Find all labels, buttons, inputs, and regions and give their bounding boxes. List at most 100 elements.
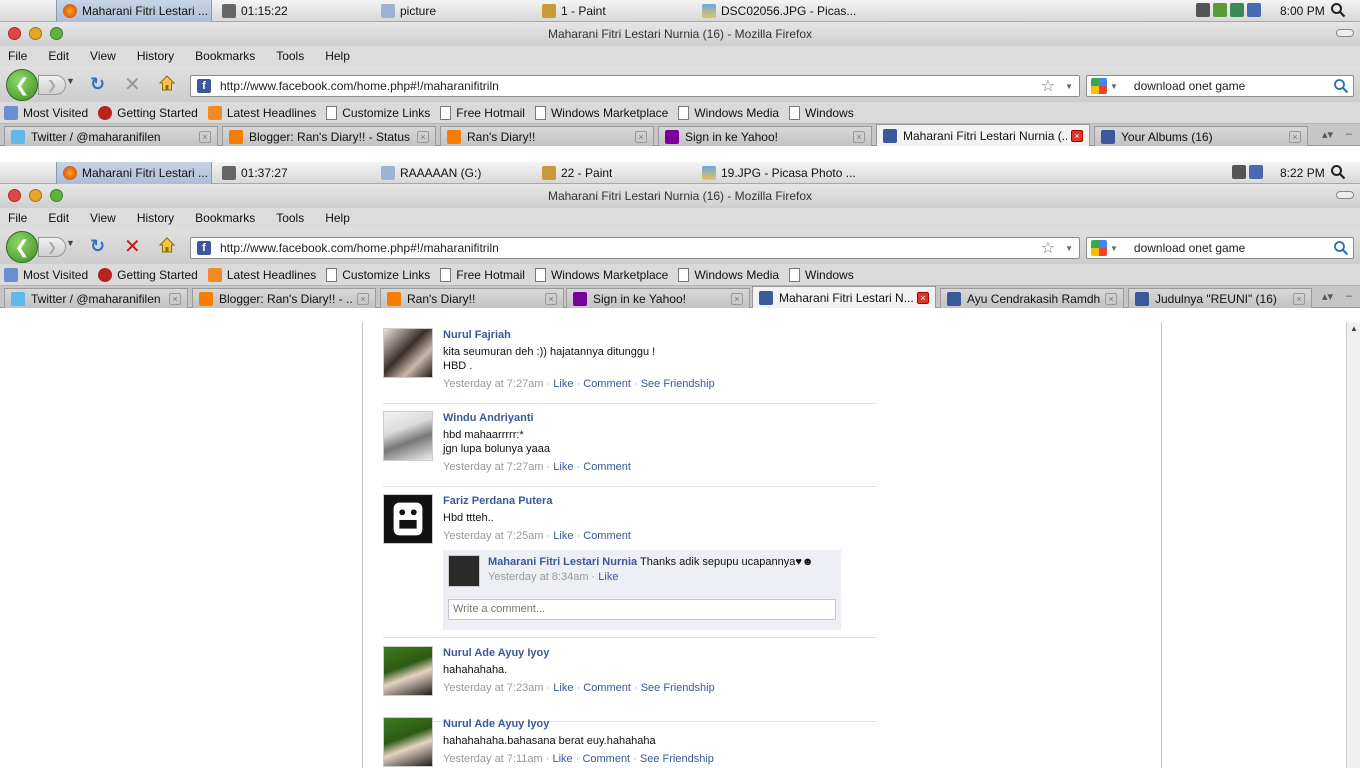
menu-history[interactable]: History	[137, 49, 174, 63]
menu-tools[interactable]: Tools	[276, 49, 304, 63]
tab-ayu-cendrakasih[interactable]: Ayu Cendrakasih Ramdh... ×	[940, 288, 1124, 308]
url-dropdown-icon[interactable]: ▼	[1065, 244, 1073, 253]
taskbar-item-paint[interactable]: 22 - Paint	[542, 162, 612, 184]
bookmark-windows-marketplace[interactable]: Windows Marketplace	[534, 267, 668, 282]
bookmark-free-hotmail[interactable]: Free Hotmail	[440, 267, 525, 282]
menu-tools[interactable]: Tools	[276, 211, 304, 225]
tab-close-icon[interactable]: ×	[169, 292, 181, 305]
menu-view[interactable]: View	[90, 49, 116, 63]
avatar[interactable]	[383, 411, 433, 461]
network-icon[interactable]	[1213, 3, 1227, 17]
taskbar-item-firefox[interactable]: Maharani Fitri Lestari ...	[56, 0, 212, 22]
taskbar-item-timer[interactable]: 01:15:22	[222, 0, 288, 22]
tab-close-icon[interactable]: ×	[545, 292, 557, 305]
vertical-scrollbar[interactable]: ▲	[1346, 322, 1360, 768]
history-dropdown-icon[interactable]: ▼	[66, 238, 75, 248]
tab-close-icon[interactable]: ×	[853, 130, 865, 143]
google-icon[interactable]	[1091, 240, 1107, 256]
post-author[interactable]: Windu Andriyanti	[443, 411, 877, 425]
reload-icon[interactable]: ↻	[90, 236, 105, 257]
bookmark-customize-links[interactable]: Customize Links	[326, 267, 430, 282]
tab-close-icon[interactable]: ×	[635, 130, 647, 143]
menu-edit[interactable]: Edit	[48, 49, 69, 63]
tab-close-icon[interactable]: ×	[1105, 292, 1117, 305]
search-icon[interactable]	[1333, 78, 1349, 94]
post-author[interactable]: Fariz Perdana Putera	[443, 494, 877, 508]
like-link[interactable]: Like	[553, 461, 573, 473]
tab-judulnya-reuni[interactable]: Judulnya "REUNI" (16) ×	[1128, 288, 1312, 308]
tab-rans-diary[interactable]: Ran's Diary!! ×	[440, 126, 654, 146]
bookmark-windows[interactable]: Windows	[789, 267, 854, 282]
display-icon[interactable]	[1247, 3, 1261, 17]
tab-your-albums[interactable]: Your Albums (16) ×	[1094, 126, 1308, 146]
spotlight-icon[interactable]	[1330, 164, 1346, 180]
bookmark-windows-media[interactable]: Windows Media	[678, 105, 779, 120]
like-link[interactable]: Like	[553, 530, 573, 542]
bookmark-most-visited[interactable]: Most Visited	[4, 267, 88, 282]
comment-link[interactable]: Comment	[583, 378, 631, 390]
tab-close-icon[interactable]: ×	[1293, 292, 1305, 305]
bookmark-windows[interactable]: Windows	[789, 105, 854, 120]
like-link[interactable]: Like	[553, 682, 573, 694]
search-text[interactable]: download onet game	[1124, 79, 1333, 93]
bookmark-windows-marketplace[interactable]: Windows Marketplace	[534, 105, 668, 120]
monitor-icon[interactable]	[1232, 165, 1246, 179]
stop-icon[interactable]: ✕	[124, 234, 141, 259]
avatar[interactable]	[448, 555, 480, 587]
tab-close-icon[interactable]: ×	[1071, 129, 1083, 142]
tab-rans-diary[interactable]: Ran's Diary!! ×	[380, 288, 564, 308]
tab-twitter[interactable]: Twitter / @maharanifilen ×	[4, 288, 188, 308]
scroll-up-icon[interactable]: ▲	[1347, 322, 1360, 336]
menu-view[interactable]: View	[90, 211, 116, 225]
bookmark-star-icon[interactable]: ☆	[1041, 76, 1055, 96]
taskbar-item-picasa[interactable]: 19.JPG - Picasa Photo ...	[702, 162, 856, 184]
menu-file[interactable]: File	[8, 49, 27, 63]
menu-bookmarks[interactable]: Bookmarks	[195, 49, 255, 63]
new-tab-icon[interactable]: –	[1346, 128, 1352, 140]
avatar[interactable]	[383, 328, 433, 378]
tab-close-icon[interactable]: ×	[917, 291, 929, 304]
maximize-window-button[interactable]	[50, 27, 63, 40]
tab-facebook-profile[interactable]: Maharani Fitri Lestari Nurnia (... ×	[876, 124, 1090, 146]
tab-blogger-status[interactable]: Blogger: Ran's Diary!! - ... ×	[192, 288, 376, 308]
maximize-window-button[interactable]	[50, 189, 63, 202]
search-engine-dropdown-icon[interactable]: ▼	[1110, 244, 1118, 253]
see-friendship-link[interactable]: See Friendship	[641, 378, 715, 390]
url-text[interactable]: http://www.facebook.com/home.php#!/mahar…	[220, 79, 1041, 93]
post-author[interactable]: Nurul Ade Ayuy Iyoy	[443, 646, 877, 660]
bookmark-getting-started[interactable]: Getting Started	[98, 105, 198, 120]
comment-link[interactable]: Comment	[582, 753, 630, 765]
url-text[interactable]: http://www.facebook.com/home.php#!/mahar…	[220, 241, 1041, 255]
home-icon[interactable]	[158, 236, 176, 254]
monitor-icon[interactable]	[1196, 3, 1210, 17]
url-bar[interactable]: f http://www.facebook.com/home.php#!/mah…	[190, 75, 1080, 97]
avatar[interactable]	[383, 494, 433, 544]
bookmark-star-icon[interactable]: ☆	[1041, 238, 1055, 258]
reload-icon[interactable]: ↻	[90, 74, 105, 95]
menu-edit[interactable]: Edit	[48, 211, 69, 225]
comment-link[interactable]: Comment	[583, 461, 631, 473]
google-icon[interactable]	[1091, 78, 1107, 94]
taskbar-item-firefox[interactable]: Maharani Fitri Lestari ...	[56, 162, 212, 184]
search-bar[interactable]: ▼ download onet game	[1086, 75, 1354, 97]
taskbar-item-paint[interactable]: 1 - Paint	[542, 0, 606, 22]
close-window-button[interactable]	[8, 27, 21, 40]
see-friendship-link[interactable]: See Friendship	[640, 753, 714, 765]
bookmark-getting-started[interactable]: Getting Started	[98, 267, 198, 282]
bookmark-most-visited[interactable]: Most Visited	[4, 105, 88, 120]
comment-link[interactable]: Comment	[583, 530, 631, 542]
forward-button[interactable]: ❯	[38, 75, 66, 95]
like-link[interactable]: Like	[552, 753, 572, 765]
post-author[interactable]: Nurul Ade Ayuy Iyoy	[443, 717, 877, 731]
bookmark-customize-links[interactable]: Customize Links	[326, 105, 430, 120]
tab-close-icon[interactable]: ×	[417, 130, 429, 143]
bookmark-windows-media[interactable]: Windows Media	[678, 267, 779, 282]
back-button[interactable]: ❮	[6, 69, 38, 101]
toolbar-toggle-button[interactable]	[1336, 191, 1354, 199]
like-link[interactable]: Like	[598, 571, 618, 583]
tab-yahoo[interactable]: Sign in ke Yahoo! ×	[566, 288, 750, 308]
list-all-tabs-icon[interactable]: ▴▾	[1322, 128, 1333, 141]
comment-author[interactable]: Maharani Fitri Lestari Nurnia	[488, 556, 637, 568]
minimize-window-button[interactable]	[29, 189, 42, 202]
tab-blogger-status[interactable]: Blogger: Ran's Diary!! - Status ... ×	[222, 126, 436, 146]
